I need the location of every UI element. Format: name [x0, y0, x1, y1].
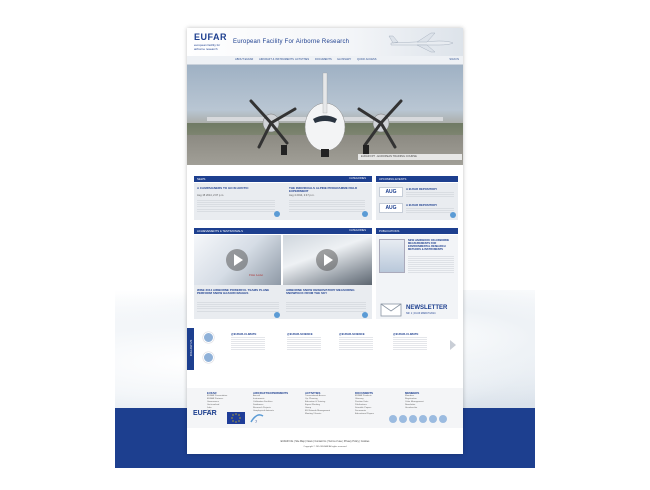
events-title: UPCOMING EVENTS [379, 177, 407, 181]
news-header: NEWS CATEGORIES [194, 176, 372, 182]
event-date-tag: AUG [379, 187, 403, 197]
svg-text:7: 7 [255, 419, 258, 424]
follow-us-label: FOLLOW US [189, 339, 193, 357]
nav-glossary[interactable]: GLOSSARY [337, 58, 351, 61]
tweet-body [287, 336, 321, 350]
video-thumbnail[interactable]: Eliza Lasko [194, 235, 281, 285]
achievements-header: ACHIEVEMENTS & TESTIMONIALS CATEGORIES [194, 228, 372, 234]
achievement-title[interactable]: WISE 2014 AIRBORNE POWERFUL TEAMS PLANE … [197, 288, 279, 296]
facebook-icon[interactable] [203, 352, 214, 363]
website-page: EUFAR european facility for airborne res… [187, 28, 463, 454]
rss-icon[interactable] [429, 415, 437, 423]
news-item-body [289, 198, 365, 213]
news-item-body [197, 198, 275, 213]
nav-documents[interactable]: DOCUMENTS [315, 58, 332, 61]
nav-aircraft[interactable]: AIRCRAFT & INSTRUMENTS [259, 58, 294, 61]
video-caption: Eliza Lasko [249, 273, 264, 277]
achievement-title[interactable]: AIRBORNE SNOW OBSERVATORY MEASURING SNOW… [286, 288, 368, 296]
copyright: Copyright © 2014 EUFAR All rights reserv… [303, 446, 347, 448]
hero-caption-text: EUFAR FP7 - EUROPEAN TRAINING COURSE [361, 155, 417, 158]
play-icon[interactable] [226, 249, 248, 271]
bottom-nav-links[interactable]: EUFAR Info | Site Map | News | Contact U… [187, 440, 463, 443]
twitter-icon[interactable] [203, 332, 214, 343]
handbook-body [408, 255, 454, 273]
tweet-body [231, 336, 265, 350]
achievement-more-button[interactable] [362, 312, 368, 318]
publications-title: PUBLICATIONS [379, 229, 400, 233]
events-header: UPCOMING EVENTS [376, 176, 458, 182]
news-item-date: Aug 4 2014, 2:47 p.m. [289, 194, 315, 197]
news-more-button[interactable] [274, 211, 280, 217]
footer-link[interactable]: Educational Papers [355, 413, 374, 416]
newsletter-subtitle: NR. 1 | 01.03 MARCH 2014 [406, 312, 436, 315]
footer-link[interactable]: Meeting / Events [305, 413, 321, 416]
site-header: EUFAR european facility for airborne res… [187, 28, 463, 56]
hero-slideshow[interactable] [187, 65, 463, 165]
facebook-icon[interactable] [399, 415, 407, 423]
events-box: AUG A EUFAR REPOSITORY AUG A EUFAR REPOS… [376, 183, 458, 220]
news-item-title[interactable]: A CAMPAIGNERS TO GO IN ARCTIC [197, 186, 277, 190]
main-nav: ABOUT EUFAR AIRCRAFT & INSTRUMENTS ACTIV… [187, 56, 463, 65]
nav-quick-access[interactable]: QUICK ACCESS [357, 58, 376, 61]
event-body [406, 191, 454, 197]
tweet-body [339, 336, 373, 350]
news-title: NEWS [197, 177, 206, 181]
mockup-stage: EUFAR european facility for airborne res… [0, 0, 650, 490]
logo-text: EUFAR [194, 32, 228, 42]
logo-subtext: european facility for airborne research [194, 43, 221, 51]
handbook-cover[interactable] [379, 239, 405, 273]
handbook-title[interactable]: NEW HANDBOOK ON AIRBORNE MEASUREMENTS FO… [408, 239, 456, 251]
publications-box: NEW HANDBOOK ON AIRBORNE MEASUREMENTS FO… [376, 235, 458, 319]
header-plane-icon [388, 32, 454, 53]
event-date-tag: AUG [379, 203, 403, 213]
nav-sign-in[interactable]: SIGN IN [449, 58, 459, 61]
achievement-more-button[interactable] [274, 312, 280, 318]
news-item-title[interactable]: THE INDIVIDUALS ALPINE PROGRAMME FIELD E… [289, 186, 367, 194]
envelope-icon [380, 303, 402, 317]
publications-header: PUBLICATIONS [376, 228, 458, 234]
email-icon[interactable] [439, 415, 447, 423]
twitter-icon[interactable] [389, 415, 397, 423]
youtube-icon[interactable] [409, 415, 417, 423]
eu-flag-icon [227, 412, 245, 424]
newsletter-title[interactable]: NEWSLETTER [406, 305, 447, 311]
news-more-button[interactable] [362, 211, 368, 217]
achievements-categories-link[interactable]: CATEGORIES [349, 229, 366, 232]
nav-about[interactable]: ABOUT EUFAR [235, 58, 253, 61]
eufar-logo[interactable]: EUFAR european facility for airborne res… [194, 32, 228, 52]
news-box: A CAMPAIGNERS TO GO IN ARCTIC Aug 15 201… [194, 183, 372, 220]
video-thumbnail[interactable] [283, 235, 372, 285]
footer-eufar-logo[interactable]: EUFAR [193, 410, 217, 424]
play-icon[interactable] [316, 249, 338, 271]
achievements-box: WISE 2014 AIRBORNE POWERFUL TEAMS PLANE … [194, 285, 372, 319]
achievement-body [286, 300, 366, 312]
hero-caption: EUFAR FP7 - EUROPEAN TRAINING COURSE [358, 154, 462, 160]
footer-link[interactable]: Unsubscribe [405, 407, 417, 410]
linkedin-icon[interactable] [419, 415, 427, 423]
nav-activities[interactable]: ACTIVITIES [295, 58, 309, 61]
tweets-next-arrow-icon[interactable] [450, 340, 456, 350]
achievements-title: ACHIEVEMENTS & TESTIMONIALS [197, 229, 243, 233]
achievement-body [197, 300, 279, 312]
follow-us-tab[interactable]: FOLLOW US [187, 328, 194, 370]
news-categories-link[interactable]: CATEGORIES [349, 177, 366, 180]
tweet-body [393, 336, 427, 350]
news-item-date: Aug 15 2014, 2:07 p.m. [197, 194, 224, 197]
site-title: European Facility For Airborne Research [233, 39, 350, 45]
hero-aircraft-image [207, 72, 443, 157]
events-more-button[interactable] [450, 212, 456, 218]
fp7-logo-icon: 7 [250, 414, 264, 424]
event-body [406, 207, 454, 213]
